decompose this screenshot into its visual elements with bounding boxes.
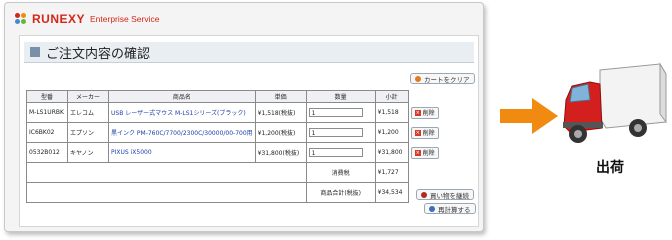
clear-cart-button[interactable]: カートをクリア xyxy=(410,73,475,84)
tax-label: 消費税 xyxy=(305,162,376,183)
delete-button[interactable]: × 削除 xyxy=(410,146,439,159)
cell-maker: キヤノン xyxy=(67,142,109,163)
total-label: 商品合計(税抜) xyxy=(305,182,376,203)
tax-row: 消費税 ¥1,727 xyxy=(26,162,442,183)
quantity-input[interactable]: 1 xyxy=(308,128,363,137)
col-header-subtotal: 小計 xyxy=(374,90,409,103)
arrow-right-icon xyxy=(500,98,558,134)
cell-maker: エプソン xyxy=(67,122,109,143)
table-row: 0532B012 キヤノン PIXUS iX5000 ¥31,800(税抜) 1… xyxy=(26,142,442,163)
product-link[interactable]: USB レーザー式マウス M-LS1シリーズ(ブラック) xyxy=(108,102,256,123)
recalculate-label: 再計算する xyxy=(438,205,471,214)
total-value: ¥34,534 xyxy=(374,182,409,203)
logo-mark-icon xyxy=(15,13,27,25)
clear-cart-label: カートをクリア xyxy=(424,75,470,84)
delete-x-icon: × xyxy=(414,149,421,156)
order-table: 型番 メーカー 商品名 単価 数量 小計 M-LS1URBK エレコム USB … xyxy=(26,90,442,203)
cell-price: ¥31,800(税抜) xyxy=(254,142,307,163)
shipping-label: 出荷 xyxy=(596,160,624,176)
col-header-price: 単価 xyxy=(254,90,307,103)
cell-model: M-LS1URBK xyxy=(26,102,68,123)
table-row: M-LS1URBK エレコム USB レーザー式マウス M-LS1シリーズ(ブラ… xyxy=(26,102,442,123)
delete-button[interactable]: × 削除 xyxy=(410,126,439,139)
brand-name: RUNEXY xyxy=(32,12,86,26)
delete-x-icon: × xyxy=(414,129,421,136)
cell-subtotal: ¥1,200 xyxy=(374,122,409,143)
delete-x-icon: × xyxy=(414,109,421,116)
quantity-input[interactable]: 1 xyxy=(308,148,363,157)
cart-icon xyxy=(421,191,427,198)
product-link[interactable]: PIXUS iX5000 xyxy=(108,142,256,163)
delete-button[interactable]: × 削除 xyxy=(410,106,439,119)
cell-subtotal: ¥31,800 xyxy=(374,142,409,163)
order-confirm-panel: ご注文内容の確認 カートをクリア 型番 メーカー 商品名 単価 数量 小計 M-… xyxy=(19,35,479,227)
col-header-product: 商品名 xyxy=(108,90,256,103)
total-row: 商品合計(税抜) ¥34,534 xyxy=(26,182,442,203)
delivery-truck-icon xyxy=(563,62,667,143)
refresh-icon xyxy=(415,75,421,82)
cell-maker: エレコム xyxy=(67,102,109,123)
brand-subtitle: Enterprise Service xyxy=(90,14,160,24)
recalculate-button[interactable]: 再計算する xyxy=(424,203,476,214)
continue-shopping-label: 買い物を継続 xyxy=(430,191,469,200)
tax-value: ¥1,727 xyxy=(374,162,409,183)
cell-price: ¥1,200(税抜) xyxy=(254,122,307,143)
col-header-model: 型番 xyxy=(26,90,68,103)
square-bullet-icon xyxy=(30,47,40,57)
col-header-maker: メーカー xyxy=(67,90,109,103)
col-header-qty: 数量 xyxy=(305,90,376,103)
page-title: ご注文内容の確認 xyxy=(46,47,151,62)
page-title-bar: ご注文内容の確認 xyxy=(24,42,474,63)
cell-model: IC6BK02 xyxy=(26,122,68,143)
quantity-input[interactable]: 1 xyxy=(308,108,363,117)
table-row: IC6BK02 エプソン 黒インク PM-760C/7700/2300C/300… xyxy=(26,122,442,143)
cell-model: 0532B012 xyxy=(26,142,68,163)
refresh-icon xyxy=(429,205,435,212)
product-link[interactable]: 黒インク PM-760C/7700/2300C/30000/00-700用 xyxy=(108,122,256,143)
cell-subtotal: ¥1,518 xyxy=(374,102,409,123)
continue-shopping-button[interactable]: 買い物を継続 xyxy=(416,189,474,200)
app-window: RUNEXY Enterprise Service ご注文内容の確認 カートをク… xyxy=(4,2,484,232)
cell-price: ¥1,518(税抜) xyxy=(254,102,307,123)
brand-logo: RUNEXY Enterprise Service xyxy=(15,12,159,26)
